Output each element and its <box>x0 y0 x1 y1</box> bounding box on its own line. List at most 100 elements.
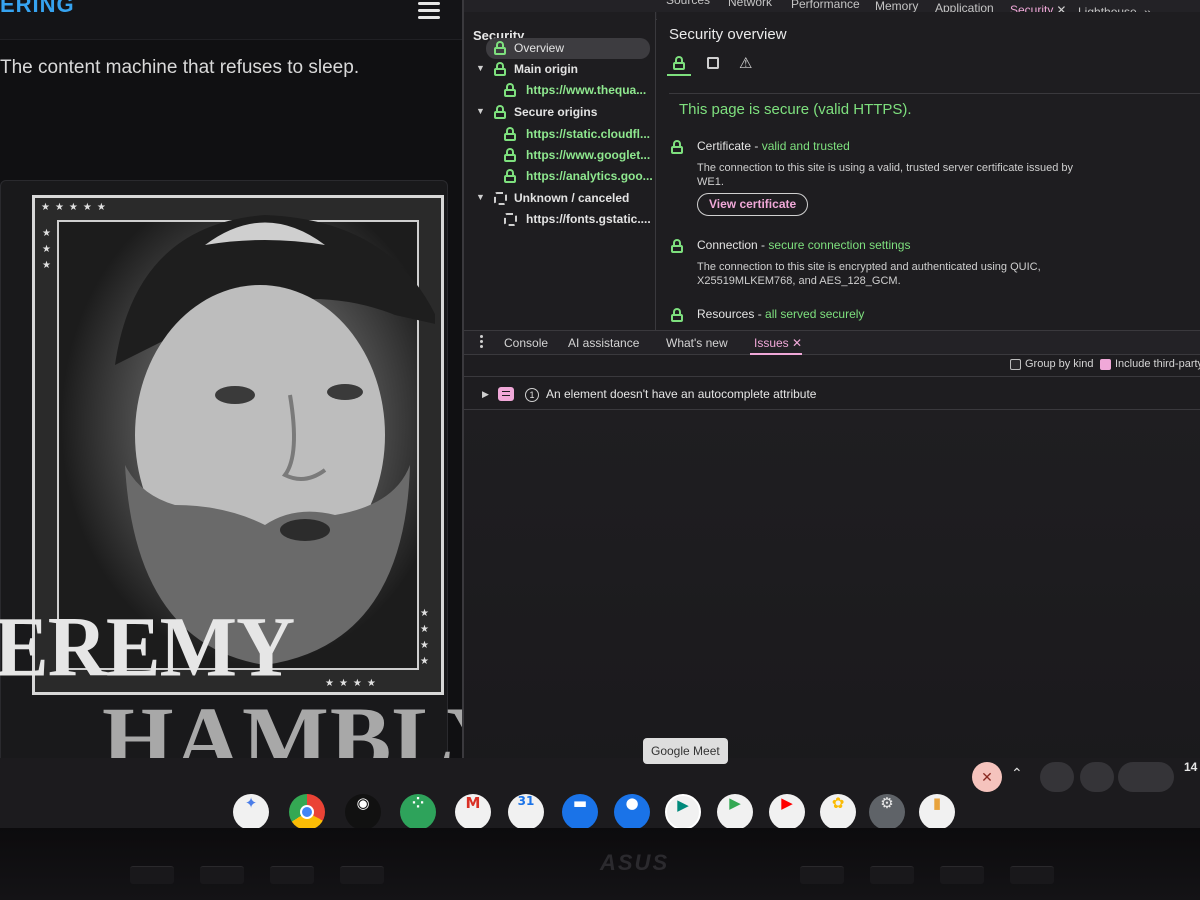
group-by-kind-checkbox[interactable] <box>1010 359 1021 370</box>
files-app-icon[interactable]: ▬ <box>562 794 598 830</box>
keyboard-key <box>130 866 174 884</box>
group-by-kind-label: Group by kind <box>1025 358 1094 370</box>
sidebar-item-secure-origin-url[interactable]: https://static.cloudfl... <box>504 124 654 145</box>
expand-triangle-icon[interactable]: ▶ <box>482 389 489 400</box>
media-controls-icon[interactable] <box>1080 762 1114 792</box>
unknown-security-icon <box>504 213 517 226</box>
photos-app-icon[interactable]: ✿ <box>820 794 856 830</box>
sidebar-item-secure-origins[interactable]: ▼ Secure origins <box>476 102 654 123</box>
sidebar-item-main-origin[interactable]: ▼ Main origin <box>476 59 654 80</box>
security-overview-pane: Security overview ⚠ This page is secure … <box>657 12 1200 330</box>
lock-icon <box>504 169 516 183</box>
mic-muted-icon[interactable]: ✕ <box>972 762 1002 792</box>
chevron-up-icon[interactable]: ⌃ <box>1011 765 1023 782</box>
keyboard-key <box>800 866 844 884</box>
lock-icon <box>504 83 516 97</box>
origin-url: https://fonts.gstatic.... <box>526 212 651 226</box>
apps-grid-icon[interactable]: ⁘ <box>400 794 436 830</box>
poster-name-first: EREMY <box>0 598 295 695</box>
security-overview-title: Security overview <box>669 26 787 43</box>
keyboard-key <box>340 866 384 884</box>
lock-icon <box>504 148 516 162</box>
calendar-app-icon[interactable]: 31 <box>508 794 544 830</box>
gemini-app-icon[interactable]: ✦ <box>233 794 269 830</box>
tab-network[interactable]: Network <box>728 0 772 10</box>
sidebar-item-label: Overview <box>514 41 565 55</box>
youtube-app-icon[interactable]: ▶ <box>769 794 805 830</box>
include-third-party-checkbox[interactable] <box>1100 359 1111 370</box>
drawer-tab-ai-assistance[interactable]: AI assistance <box>568 336 639 350</box>
expand-triangle-icon[interactable]: ▼ <box>476 192 485 202</box>
sidebar-item-unknown[interactable]: ▼ Unknown / canceled <box>476 188 654 209</box>
devtools-panel: Sources Network Performance Memory Appli… <box>462 0 1200 790</box>
tray-clock[interactable]: 14 <box>1184 760 1197 774</box>
include-third-party-label: Include third-party <box>1115 358 1200 370</box>
expand-triangle-icon[interactable]: ▼ <box>476 106 485 116</box>
drawer-tab-console[interactable]: Console <box>504 336 548 350</box>
keyboard-key <box>1010 866 1054 884</box>
messages-app-icon[interactable]: ● <box>614 794 650 830</box>
security-legend: ⚠ <box>667 54 1200 94</box>
keyboard-key <box>200 866 244 884</box>
drawer-tab-whats-new[interactable]: What's new <box>666 336 728 350</box>
more-options-icon[interactable] <box>480 335 484 349</box>
issue-title: An element doesn't have an autocomplete … <box>546 387 817 401</box>
connection-status: secure connection settings <box>768 238 911 252</box>
view-certificate-button[interactable]: View certificate <box>697 193 809 216</box>
secure-summary-banner: This page is secure (valid HTTPS). <box>679 101 912 118</box>
left-eye <box>215 386 255 404</box>
files-folder-app-icon[interactable]: ▮ <box>919 794 955 830</box>
resources-status: all served securely <box>765 307 865 321</box>
keyboard-key <box>270 866 314 884</box>
chrome-app-icon[interactable] <box>289 794 325 830</box>
site-logo[interactable]: ERING <box>0 0 75 18</box>
issues-empty-area <box>464 410 1200 790</box>
lock-icon <box>494 41 506 55</box>
sidebar-item-overview[interactable]: Overview <box>486 38 650 59</box>
sidebar-item-secure-origin-url[interactable]: https://www.googlet... <box>504 145 654 166</box>
lock-icon[interactable] <box>673 56 685 70</box>
resources-label: Resources <box>697 307 755 321</box>
app-tooltip: Google Meet <box>643 738 728 764</box>
heading-separator: - <box>754 307 766 321</box>
unknown-security-icon[interactable] <box>707 57 719 69</box>
tab-sources[interactable]: Sources <box>666 0 710 8</box>
certificate-section: Certificate - valid and trusted The conn… <box>669 139 1189 219</box>
heading-separator: - <box>757 238 769 252</box>
sidebar-item-unknown-url[interactable]: https://fonts.gstatic.... <box>504 209 654 230</box>
expand-triangle-icon[interactable]: ▼ <box>476 63 485 73</box>
legend-selection-indicator <box>667 74 691 76</box>
tab-performance[interactable]: Performance <box>791 0 860 12</box>
play-store-app-icon[interactable]: ▶ <box>717 794 753 830</box>
drawer-tabbar: Console AI assistance What's new Issues … <box>464 330 1200 355</box>
sidebar-item-label: Secure origins <box>514 105 598 119</box>
connection-description: The connection to this site is encrypted… <box>697 261 1041 287</box>
issue-row[interactable]: ▶ 1 An element doesn't have an autocompl… <box>464 380 1200 410</box>
keyboard-key <box>940 866 984 884</box>
heading-separator: - <box>751 139 762 153</box>
menu-icon[interactable] <box>418 2 440 20</box>
tote-icon[interactable] <box>1040 762 1074 792</box>
sidebar-item-main-origin-url[interactable]: https://www.thequa... <box>504 80 654 101</box>
drawer-tab-issues-label: Issues <box>754 336 789 350</box>
site-header: ERING <box>0 0 462 40</box>
podcasts-app-icon[interactable]: ◉ <box>345 794 381 830</box>
drawer-tab-issues[interactable]: Issues ✕ <box>754 336 802 350</box>
warning-icon[interactable]: ⚠ <box>739 54 752 72</box>
origin-url: https://analytics.goo... <box>526 169 653 183</box>
resources-heading: Resources - all served securely <box>697 307 864 321</box>
settings-app-icon[interactable]: ⚙ <box>869 794 905 830</box>
mouth <box>280 519 330 541</box>
issue-kind-icon <box>498 387 514 401</box>
keyboard-key <box>870 866 914 884</box>
laptop-brand-logo: ASUS <box>600 850 670 875</box>
certificate-label: Certificate <box>697 139 752 153</box>
issues-toolbar: Group by kind Include third-party <box>464 355 1200 377</box>
gmail-app-icon[interactable]: M <box>455 794 491 830</box>
close-tab-icon[interactable]: ✕ <box>792 336 802 350</box>
google-meet-app-icon[interactable]: ▶ <box>665 794 701 830</box>
sidebar-item-label: Main origin <box>514 62 578 76</box>
site-tagline: The content machine that refuses to slee… <box>0 57 360 78</box>
sidebar-item-secure-origin-url[interactable]: https://analytics.goo... <box>504 166 654 187</box>
status-indicators-pill[interactable] <box>1118 762 1174 792</box>
